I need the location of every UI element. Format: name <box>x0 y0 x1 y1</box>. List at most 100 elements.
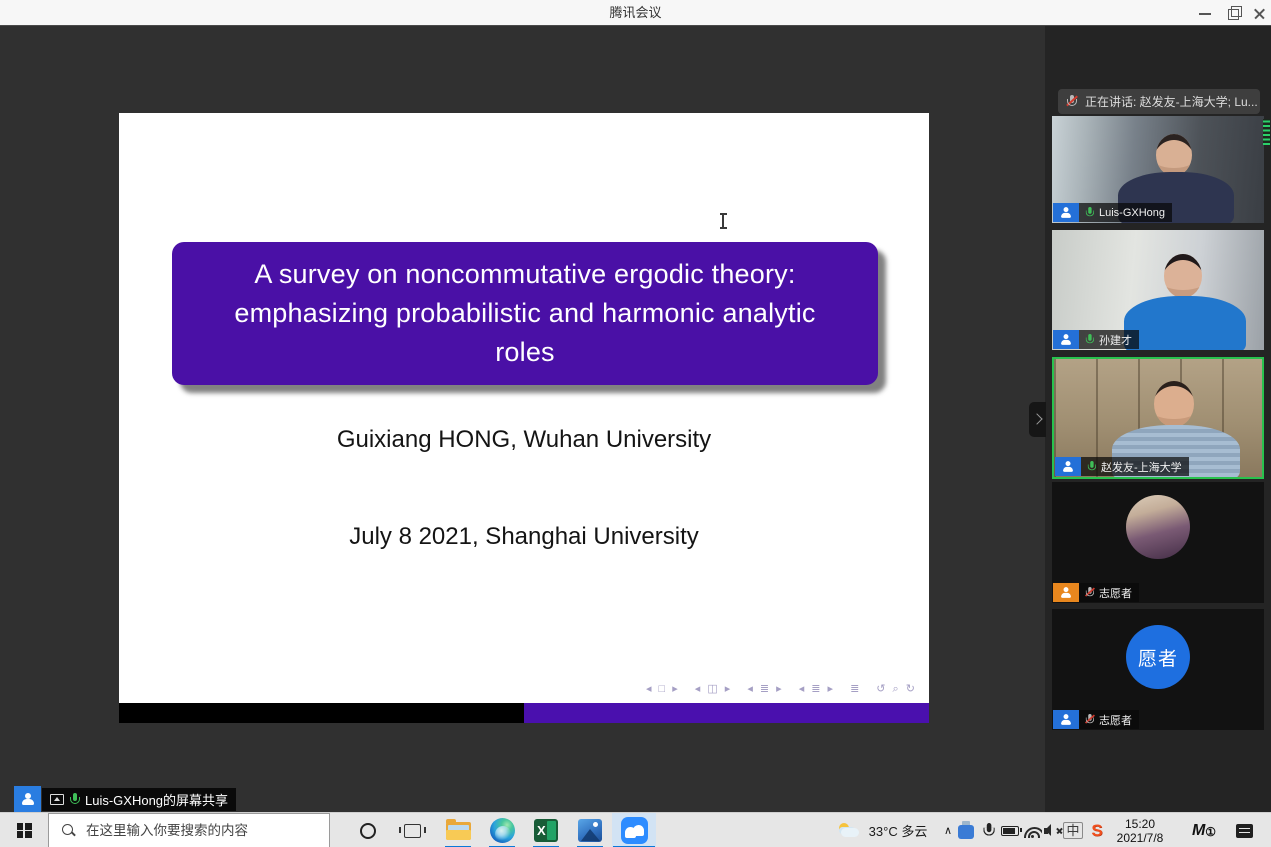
taskbar-app-photos[interactable] <box>568 813 612 847</box>
cortana-icon <box>360 823 376 839</box>
avatar-photo <box>1126 495 1190 559</box>
participant-video-tile[interactable]: 愿者 志愿者 <box>1052 609 1264 730</box>
person-icon <box>1060 207 1071 218</box>
footer-bar-black <box>119 703 524 723</box>
nav-multiframe-icons: ◂ ◫ ▸ <box>695 682 733 696</box>
sidebar-collapse-handle[interactable] <box>1029 402 1046 437</box>
ime-mode-indicator[interactable]: 中 <box>1060 813 1086 847</box>
windows-logo-icon <box>17 823 32 838</box>
participant-video-tile[interactable]: Luis-GXHong <box>1052 116 1264 223</box>
mic-on-icon <box>1087 460 1096 473</box>
slide-title-line: roles <box>172 333 878 372</box>
taskbar-clock[interactable]: 15:20 2021/7/8 <box>1108 813 1172 847</box>
taskbar-search-box[interactable] <box>48 813 330 847</box>
person-icon <box>1060 587 1071 598</box>
person-icon <box>1060 714 1071 725</box>
mic-on-icon <box>1085 206 1094 219</box>
desktop-screen: 腾讯会议 A survey on noncommutative ergodic … <box>0 0 1271 847</box>
tencent-meeting-icon <box>621 817 648 844</box>
minimize-button[interactable] <box>1190 0 1220 26</box>
file-explorer-icon <box>446 822 471 840</box>
participant-nametag: 赵发友-上海大学 <box>1055 457 1189 476</box>
start-button[interactable] <box>0 813 48 847</box>
participant-name: Luis-GXHong <box>1099 207 1165 219</box>
slide-venue: July 8 2021, Shanghai University <box>119 523 929 551</box>
participant-video-tile[interactable]: 志愿者 <box>1052 482 1264 603</box>
member-icon <box>1053 330 1079 349</box>
nav-history-icons: ↺ ⌕ ↻ <box>876 682 917 696</box>
weather-widget[interactable] <box>836 813 862 847</box>
mic-muted-icon <box>1085 713 1094 726</box>
close-button[interactable] <box>1244 0 1271 26</box>
shared-screen-stage: A survey on noncommutative ergodic theor… <box>0 26 1045 812</box>
share-label-text: Luis-GXHong的屏幕共享 <box>85 790 228 809</box>
participant-nametag: Luis-GXHong <box>1053 203 1172 222</box>
member-icon <box>14 786 41 812</box>
mic-muted-icon <box>1085 586 1094 599</box>
mic-on-icon <box>69 792 80 807</box>
participant-nametag: 志愿者 <box>1053 710 1139 729</box>
nav-section-icons: ◂ ≣ ▸ <box>747 682 783 696</box>
screen-share-icon <box>50 794 64 805</box>
member-icon <box>1055 457 1081 476</box>
mic-icon <box>982 822 995 839</box>
slide-footer-bars <box>119 703 929 723</box>
weather-icon <box>837 823 861 839</box>
task-view-button[interactable] <box>392 813 432 847</box>
window-title: 腾讯会议 <box>0 0 1271 26</box>
person-icon <box>21 793 35 806</box>
action-center-button[interactable] <box>1228 813 1260 847</box>
participant-nametag: 孙建才 <box>1053 330 1139 349</box>
member-icon <box>1053 710 1079 729</box>
sogou-input-icon[interactable]: S <box>1084 813 1110 847</box>
usb-icon <box>958 825 974 839</box>
slide-title-line: A survey on noncommutative ergodic theor… <box>172 255 878 294</box>
participant-name: 赵发友-上海大学 <box>1101 459 1182 475</box>
mic-muted-icon <box>1066 94 1077 109</box>
windows-taskbar: 33°C 多云 ∧ 中 S 15:20 2021/7/8 M① <box>0 812 1271 847</box>
nav-appendix-icon: ≣ <box>850 682 861 696</box>
taskbar-app-file-explorer[interactable] <box>436 813 480 847</box>
beamer-navigation-icons: ◂ □ ▸ ◂ ◫ ▸ ◂ ≣ ▸ ◂ ≣ ▸ ≣ ↺ ⌕ ↻ <box>646 682 917 696</box>
speaking-banner: 正在讲话: 赵发友-上海大学; Lu... <box>1058 89 1260 114</box>
participants-sidebar: 正在讲话: 赵发友-上海大学; Lu... Luis-GXHong <box>1045 26 1271 812</box>
weather-text[interactable]: 33°C 多云 <box>862 813 934 847</box>
window-titlebar: 腾讯会议 <box>0 0 1271 26</box>
person-icon <box>1060 334 1071 345</box>
screen-share-banner: Luis-GXHong的屏幕共享 <box>14 786 236 813</box>
mic-on-icon <box>1085 333 1094 346</box>
cortana-button[interactable] <box>348 813 388 847</box>
audio-level-meter <box>1263 119 1270 145</box>
participant-name: 孙建才 <box>1099 332 1132 348</box>
search-icon <box>61 823 76 838</box>
photos-icon <box>578 819 602 842</box>
taskbar-app-edge[interactable] <box>480 813 524 847</box>
clock-date: 2021/7/8 <box>1117 831 1164 845</box>
avatar-initials: 愿者 <box>1126 625 1190 689</box>
footer-bar-purple <box>524 703 929 723</box>
taskbar-app-tencent-meeting[interactable] <box>612 813 656 847</box>
slide-author: Guixiang HONG, Wuhan University <box>119 426 929 454</box>
participant-name: 志愿者 <box>1099 712 1132 728</box>
participant-nametag: 志愿者 <box>1053 583 1139 602</box>
participant-name: 志愿者 <box>1099 585 1132 601</box>
text-cursor <box>719 213 727 229</box>
input-language-indicator[interactable]: M① <box>1186 813 1222 847</box>
edge-icon <box>490 818 515 843</box>
share-label: Luis-GXHong的屏幕共享 <box>42 788 236 811</box>
search-input[interactable] <box>86 823 316 838</box>
clock-time: 15:20 <box>1125 817 1155 831</box>
wifi-icon <box>1023 824 1042 838</box>
participant-video-tile[interactable]: 孙建才 <box>1052 230 1264 350</box>
excel-icon <box>534 819 558 842</box>
person-icon <box>1062 461 1073 472</box>
slide-title-box: A survey on noncommutative ergodic theor… <box>172 242 878 385</box>
member-icon <box>1053 203 1079 222</box>
speaking-banner-text: 正在讲话: 赵发友-上海大学; Lu... <box>1085 93 1258 110</box>
task-view-icon <box>404 824 421 838</box>
taskbar-app-excel[interactable] <box>524 813 568 847</box>
slide-title-line: emphasizing probabilistic and harmonic a… <box>172 294 878 333</box>
presentation-slide: A survey on noncommutative ergodic theor… <box>119 113 929 723</box>
nav-frame-icons: ◂ □ ▸ <box>646 682 680 696</box>
participant-video-tile-active-speaker[interactable]: 赵发友-上海大学 <box>1052 357 1264 479</box>
